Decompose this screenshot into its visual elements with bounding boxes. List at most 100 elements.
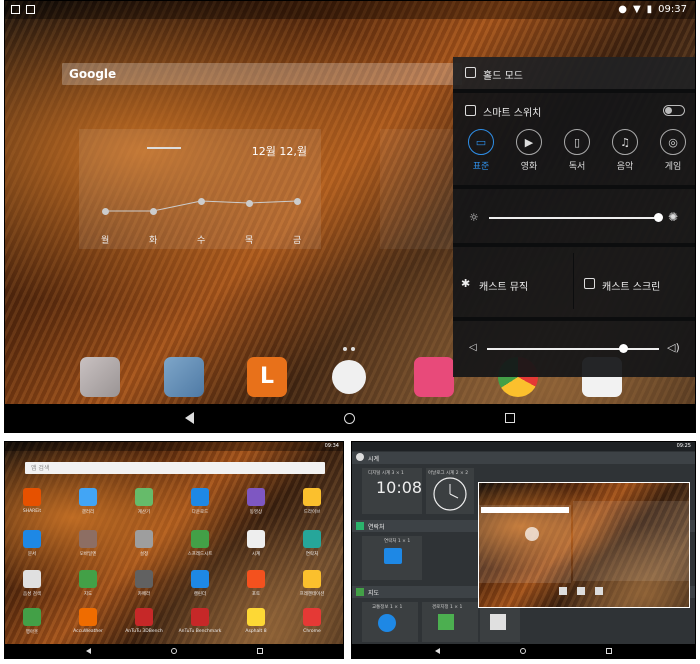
app-label: 스프레드시트 — [187, 552, 213, 557]
app-search-placeholder: 앱 검색 — [31, 465, 50, 472]
app-icon-2-3[interactable]: 캘린더 — [175, 570, 225, 597]
status-time: 09:25 — [676, 443, 691, 449]
app-icon-2-2[interactable]: 카메라 — [119, 570, 169, 597]
smart-switch-toggle[interactable] — [663, 105, 685, 116]
app-label: 지도 — [83, 592, 93, 597]
app-icon-1-1[interactable]: 모바일엔 — [63, 530, 113, 557]
app-label: 모바일엔 — [79, 552, 97, 557]
mode-game[interactable]: ◎ 게임 — [653, 129, 693, 172]
cast-screen-icon — [584, 278, 595, 289]
cast-app-icon[interactable] — [414, 357, 454, 397]
hold-mode-label: 홀드 모드 — [483, 71, 523, 82]
home-icon[interactable] — [344, 412, 355, 424]
apps-folder-icon[interactable] — [164, 357, 204, 397]
traffic-widget[interactable]: 교통정보 1 × 1 — [362, 602, 418, 642]
app-icon-graphic — [247, 570, 265, 588]
app-icon-1-4[interactable]: 시계 — [231, 530, 281, 557]
app-icon-0-2[interactable]: 계산기 — [119, 488, 169, 515]
preview-search-widget — [479, 505, 571, 583]
app-icon-graphic — [191, 608, 209, 626]
app-icon-0-3[interactable]: 다운로드 — [175, 488, 225, 515]
status-time: 09:37 — [658, 4, 687, 15]
app-icon-1-0[interactable]: 문서 — [7, 530, 57, 557]
app-icon-2-1[interactable]: 지도 — [63, 570, 113, 597]
app-icon-3-1[interactable]: AccuWeather — [63, 608, 113, 634]
navigation-icon — [490, 614, 506, 630]
widget-picker-screen: 09:25 시계 디지털 시계 3 × 1 10:08 아날로그 시계 2 × … — [351, 441, 696, 659]
navigation-widget[interactable] — [480, 602, 520, 642]
day-label: 화 — [149, 236, 158, 246]
smart-switch-label: 스마트 스위치 — [483, 108, 542, 119]
app-icon-2-0[interactable]: 음성 검색 — [7, 570, 57, 597]
app-search-bar[interactable]: 앱 검색 — [25, 462, 325, 474]
weather-clock-widget[interactable]: 12월 12,월 월 화 수 목 금 — [79, 129, 321, 249]
divider — [453, 185, 695, 189]
app-icon-1-5[interactable]: 연락처 — [287, 530, 337, 557]
mode-music[interactable]: ♫ 음악 — [605, 129, 645, 172]
home-icon[interactable] — [170, 648, 177, 654]
analog-clock-widget[interactable]: 아날로그 시계 2 × 2 — [426, 468, 474, 514]
recents-icon[interactable] — [606, 648, 612, 654]
hold-mode-row[interactable]: 홀드 모드 — [453, 57, 695, 89]
clock-app-icon — [356, 453, 364, 461]
section-title: 연락처 — [368, 524, 385, 531]
divider — [453, 89, 695, 93]
mode-movie[interactable]: ▶ 영화 — [509, 129, 549, 172]
navigation-bar — [5, 404, 695, 432]
app-label: 시계 — [251, 552, 261, 557]
graph-point — [294, 198, 301, 205]
volume-slider-thumb[interactable] — [618, 344, 628, 353]
mode-reading[interactable]: ▯ 독서 — [557, 129, 597, 172]
graph-point — [150, 208, 157, 215]
app-label: Chrome — [303, 629, 321, 634]
recents-icon[interactable] — [505, 413, 515, 423]
status-bar: 09:34 — [5, 442, 343, 451]
app-label: 동영상 — [249, 510, 263, 515]
app-icon-1-2[interactable]: 설정 — [119, 530, 169, 557]
day-label: 금 — [293, 236, 302, 246]
digital-clock-time: 10:08 — [376, 478, 423, 497]
volume-slider[interactable] — [487, 348, 659, 350]
app-drawer-icon[interactable] — [332, 360, 366, 394]
google-search-bar[interactable]: Google — [62, 63, 462, 85]
app-icon-2-4[interactable]: 포토 — [231, 570, 281, 597]
app-icon-3-0[interactable]: 행아웃 — [7, 608, 57, 635]
cast-screen-button[interactable]: 캐스트 스크린 — [574, 257, 695, 305]
brightness-slider[interactable] — [489, 217, 661, 219]
contact-widget[interactable]: 연락처 1 × 1 — [362, 536, 422, 580]
brightness-auto-icon[interactable]: ✺ — [668, 210, 678, 224]
back-icon[interactable] — [435, 648, 440, 654]
app-icon-0-1[interactable]: 갤러리 — [63, 488, 113, 515]
app-label: AnTuTu 3DBench — [125, 629, 163, 634]
app-icon-0-0[interactable]: SHAREit — [7, 488, 57, 514]
digital-clock-widget[interactable]: 디지털 시계 3 × 1 10:08 — [362, 468, 422, 514]
app-icon-3-4[interactable]: Asphalt 8 — [231, 608, 281, 634]
app-icon-0-4[interactable]: 동영상 — [231, 488, 281, 515]
back-icon[interactable] — [85, 648, 91, 654]
app-icon-graphic — [303, 570, 321, 588]
mode-standard[interactable]: ▭ 표준 — [461, 129, 501, 172]
app-icon-graphic — [191, 488, 209, 506]
app-icon-3-3[interactable]: AnTuTu Benchmark — [175, 608, 225, 634]
smart-switch-row[interactable]: 스마트 스위치 — [453, 97, 695, 125]
graph-point — [198, 198, 205, 205]
recents-icon[interactable] — [256, 648, 263, 654]
google-folder-icon[interactable] — [80, 357, 120, 397]
app-icon-3-5[interactable]: Chrome — [287, 608, 337, 634]
directions-widget[interactable]: 경로지정 1 × 1 — [422, 602, 478, 642]
app-icon-3-2[interactable]: AnTuTu 3DBench — [119, 608, 169, 634]
app-icon-graphic — [135, 570, 153, 588]
cast-music-label: 캐스트 뮤직 — [479, 282, 529, 293]
cast-music-button[interactable]: ✱ 캐스트 뮤직 — [453, 257, 573, 305]
brightness-slider-thumb[interactable] — [653, 213, 663, 222]
analog-clock-face — [433, 477, 467, 511]
app-icon-1-3[interactable]: 스프레드시트 — [175, 530, 225, 557]
app-icon-0-5[interactable]: 드라이브 — [287, 488, 337, 515]
home-icon[interactable] — [520, 648, 526, 654]
app-icon-2-5[interactable]: 프레젠테이션 — [287, 570, 337, 597]
app-icon-graphic — [135, 488, 153, 506]
app-label: 설정 — [139, 552, 149, 557]
back-icon[interactable] — [185, 412, 194, 424]
widget-placeholder — [380, 129, 460, 249]
lenovo-app-icon[interactable]: L — [247, 357, 287, 397]
